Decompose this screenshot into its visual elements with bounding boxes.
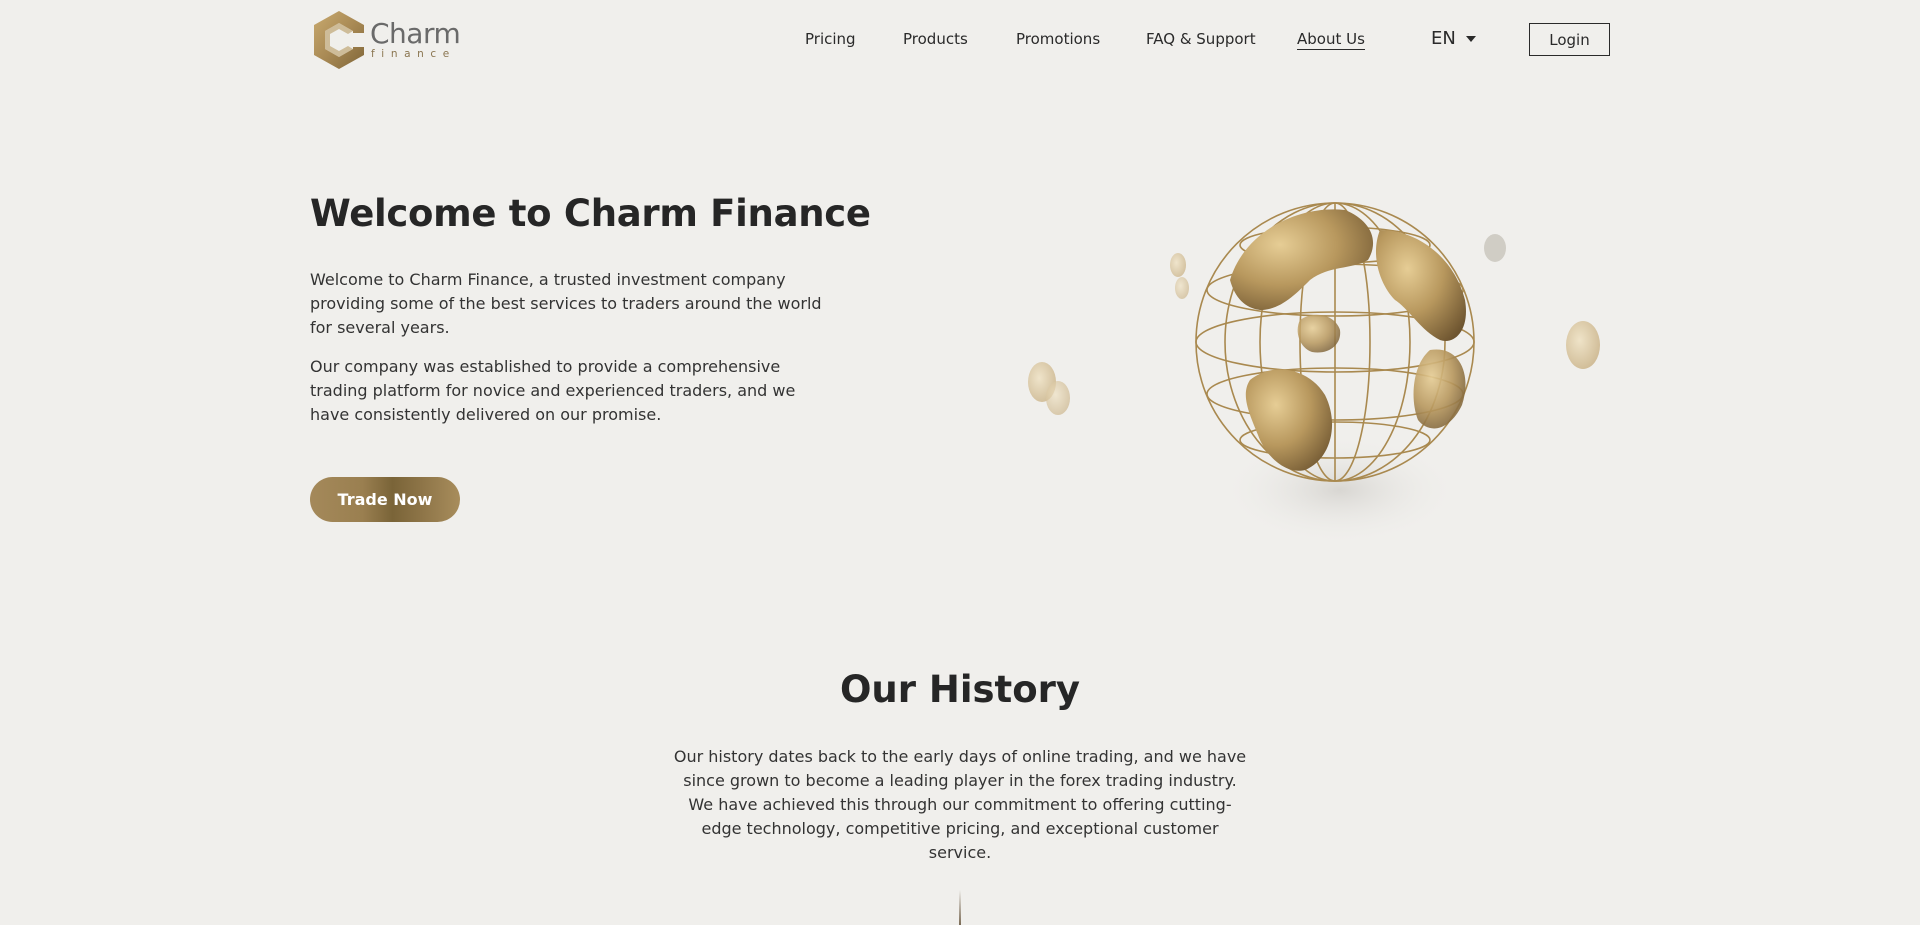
hero-title: Welcome to Charm Finance: [310, 192, 871, 235]
globe-icon: [1028, 202, 1600, 545]
language-selector[interactable]: EN: [1431, 28, 1476, 49]
language-label: EN: [1431, 28, 1456, 49]
chevron-down-icon: [1465, 35, 1476, 42]
logo[interactable]: Charm finance: [310, 9, 461, 71]
nav-item-promotions[interactable]: Promotions: [1016, 30, 1100, 48]
nav-item-pricing[interactable]: Pricing: [805, 30, 856, 48]
site-header: Charm finance Pricing Products Promotion…: [0, 0, 1920, 80]
nav-item-about-us[interactable]: About Us: [1297, 30, 1365, 50]
history-title: Our History: [839, 668, 1081, 711]
nav-item-faq-support[interactable]: FAQ & Support: [1146, 30, 1256, 48]
login-button[interactable]: Login: [1529, 23, 1610, 56]
charm-logo-icon: [314, 11, 368, 69]
hero-paragraph-2: Our company was established to provide a…: [310, 357, 796, 424]
trade-now-button[interactable]: Trade Now: [310, 477, 460, 522]
brand-name: Charm: [370, 17, 461, 51]
history-paragraph: Our history dates back to the early days…: [673, 747, 1247, 862]
nav-item-products[interactable]: Products: [903, 30, 968, 48]
timeline-divider: [959, 890, 961, 925]
hero-illustration: [1000, 170, 1640, 550]
page: Charm finance Pricing Products Promotion…: [0, 0, 1920, 925]
brand-subtitle: finance: [371, 48, 456, 61]
hero-paragraph-1: Welcome to Charm Finance, a trusted inve…: [310, 270, 822, 337]
